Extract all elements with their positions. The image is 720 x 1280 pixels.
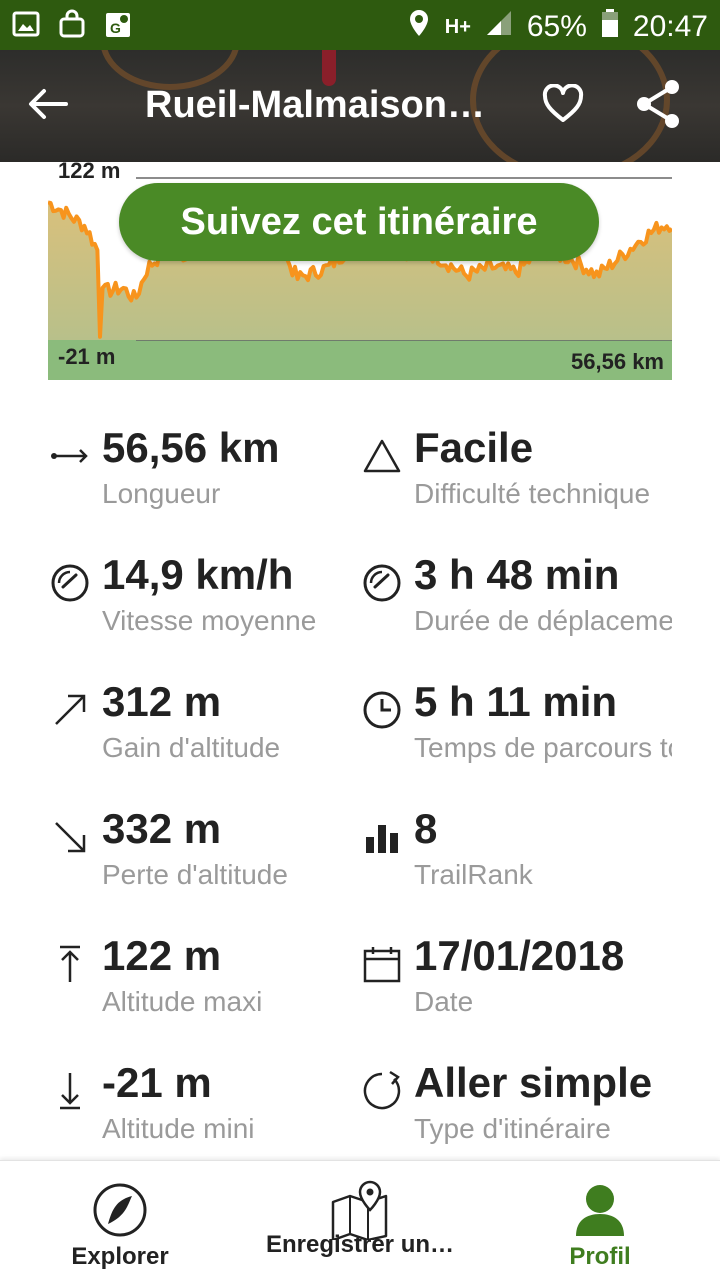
nav-profile-label: Profil xyxy=(569,1243,631,1270)
explore-icon xyxy=(89,1179,151,1241)
calendar-icon xyxy=(360,942,404,986)
stat-date: 17/01/2018 Date xyxy=(360,932,660,1042)
speedometer-icon xyxy=(48,561,92,605)
stat-speed: 14,9 km/h Vitesse moyenne xyxy=(48,551,348,661)
nav-explore[interactable]: Explorer xyxy=(40,1161,200,1280)
clock-icon xyxy=(360,688,404,732)
stat-value: 8 xyxy=(414,805,438,852)
arrow-up-right-icon xyxy=(48,688,92,732)
svg-text:G: G xyxy=(110,20,121,36)
map-header: Rueil-Malmaison… xyxy=(0,50,720,162)
distance-label: 56,56 km xyxy=(571,349,664,374)
stat-max-altitude: 122 m Altitude maxi xyxy=(48,932,348,1042)
triangle-icon xyxy=(360,434,404,478)
stat-value: 312 m xyxy=(102,678,222,725)
stat-trailrank: 8 TrailRank xyxy=(360,805,660,915)
arrow-up-bar-icon xyxy=(48,942,92,986)
speedometer-icon xyxy=(360,561,404,605)
nav-profile[interactable]: Profil xyxy=(540,1161,660,1280)
status-bar: G H+ 65% 20:47 xyxy=(0,0,720,50)
stat-elevation-gain: 312 m Gain d'altitude xyxy=(48,678,348,788)
location-icon xyxy=(407,8,431,46)
stat-route-type: Aller simple Type d'itinéraire xyxy=(360,1059,660,1169)
stat-label: Temps de parcours total xyxy=(414,732,672,763)
stat-value: -21 m xyxy=(102,1059,212,1106)
maps-icon: G xyxy=(104,9,132,39)
map-pin xyxy=(322,50,336,86)
share-button[interactable] xyxy=(630,76,686,132)
page-title: Rueil-Malmaison… xyxy=(145,84,485,126)
heart-icon xyxy=(542,84,584,122)
back-button[interactable] xyxy=(20,76,76,132)
nav-record-label: Enregistrer un… xyxy=(265,1231,455,1258)
battery-percent: 65% xyxy=(526,10,587,43)
arrow-down-right-icon xyxy=(48,815,92,859)
stat-value: 5 h 11 min xyxy=(414,678,618,725)
min-altitude-label: -21 m xyxy=(58,344,116,369)
stat-value: 122 m xyxy=(102,932,222,979)
stat-label: Gain d'altitude xyxy=(102,732,281,763)
stat-label: Altitude mini xyxy=(102,1113,255,1144)
battery-icon xyxy=(601,8,619,46)
signal-icon xyxy=(485,9,513,45)
stat-value: 17/01/2018 xyxy=(414,932,625,979)
share-icon xyxy=(637,80,679,128)
clock-time: 20:47 xyxy=(632,10,708,43)
stat-length: 56,56 km Longueur xyxy=(48,424,348,534)
stat-value: 14,9 km/h xyxy=(102,551,294,598)
app-screen: G H+ 65% 20:47 Rueil-Malmaison… 122 m -2… xyxy=(0,0,720,1280)
shopping-bag-icon xyxy=(58,9,86,39)
stat-label: Vitesse moyenne xyxy=(102,605,317,636)
stat-moving-time: 3 h 48 min Durée de déplacement xyxy=(360,551,672,661)
length-arrow-icon xyxy=(48,434,92,478)
profile-icon xyxy=(569,1179,631,1241)
stat-label: Longueur xyxy=(102,478,221,509)
circular-arrow-icon xyxy=(360,1069,404,1113)
nav-explore-label: Explorer xyxy=(71,1243,169,1270)
stat-label: Type d'itinéraire xyxy=(414,1113,611,1144)
stat-value: 3 h 48 min xyxy=(414,551,620,598)
stat-elevation-loss: 332 m Perte d'altitude xyxy=(48,805,348,915)
stat-value: 56,56 km xyxy=(102,424,280,471)
stat-value: Aller simple xyxy=(414,1059,653,1106)
bottom-navigation: Explorer Enregistrer un… Profil xyxy=(0,1160,720,1280)
stat-label: Date xyxy=(414,986,474,1017)
bar-chart-icon xyxy=(360,815,404,859)
stat-difficulty: Facile Difficulté technique xyxy=(360,424,660,534)
stat-label: Durée de déplacement xyxy=(414,605,672,636)
follow-route-button[interactable]: Suivez cet itinéraire xyxy=(119,183,599,261)
stat-label: Perte d'altitude xyxy=(102,859,288,890)
stat-value: Facile xyxy=(414,424,534,471)
stat-label: Difficulté technique xyxy=(414,478,651,509)
favorite-button[interactable] xyxy=(535,76,591,132)
arrow-down-bar-icon xyxy=(48,1069,92,1113)
network-type: H+ xyxy=(444,15,471,38)
stat-label: Altitude maxi xyxy=(102,986,263,1017)
gallery-icon xyxy=(12,9,40,39)
back-arrow-icon xyxy=(29,89,68,119)
stat-value: 332 m xyxy=(102,805,222,852)
nav-record[interactable]: Enregistrer un… xyxy=(260,1161,460,1280)
stat-label: TrailRank xyxy=(414,859,533,890)
stat-min-altitude: -21 m Altitude mini xyxy=(48,1059,348,1169)
stat-total-time: 5 h 11 min Temps de parcours total xyxy=(360,678,672,788)
max-altitude-label: 122 m xyxy=(58,158,121,183)
